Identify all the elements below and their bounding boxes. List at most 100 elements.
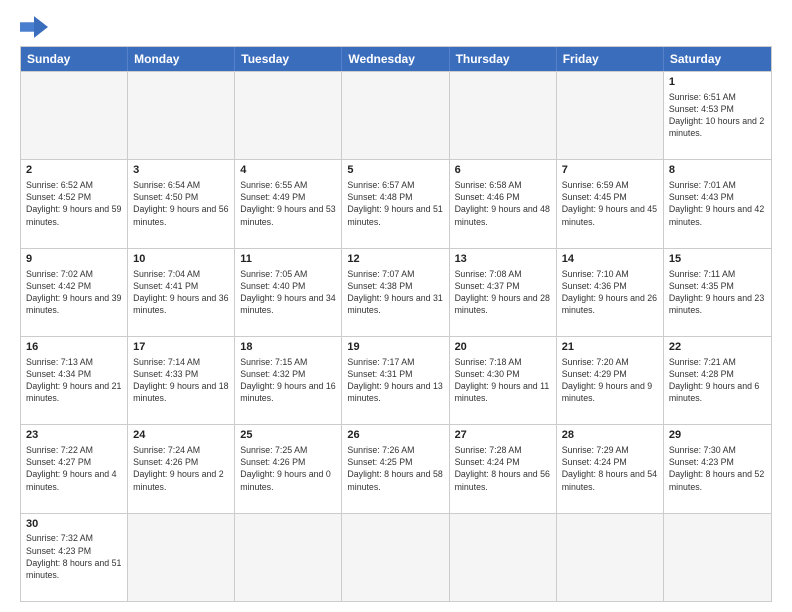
day-number: 3 [133,163,229,178]
calendar-row: 16Sunrise: 7:13 AMSunset: 4:34 PMDayligh… [21,336,771,424]
page: SundayMondayTuesdayWednesdayThursdayFrid… [0,0,792,612]
cell-info: Sunrise: 7:01 AMSunset: 4:43 PMDaylight:… [669,179,766,228]
header [20,16,772,38]
cell-info: Sunrise: 7:21 AMSunset: 4:28 PMDaylight:… [669,356,766,405]
day-number: 30 [26,517,122,532]
calendar-row: 1Sunrise: 6:51 AMSunset: 4:53 PMDaylight… [21,71,771,159]
calendar-cell: 5Sunrise: 6:57 AMSunset: 4:48 PMDaylight… [342,160,449,247]
day-number: 28 [562,428,658,443]
calendar-header-cell: Friday [557,47,664,71]
day-number: 5 [347,163,443,178]
calendar-cell: 22Sunrise: 7:21 AMSunset: 4:28 PMDayligh… [664,337,771,424]
calendar-cell: 28Sunrise: 7:29 AMSunset: 4:24 PMDayligh… [557,425,664,512]
calendar-header-cell: Wednesday [342,47,449,71]
logo-icon [20,16,48,38]
calendar-cell: 15Sunrise: 7:11 AMSunset: 4:35 PMDayligh… [664,249,771,336]
cell-info: Sunrise: 6:57 AMSunset: 4:48 PMDaylight:… [347,179,443,228]
calendar-cell: 25Sunrise: 7:25 AMSunset: 4:26 PMDayligh… [235,425,342,512]
calendar-header-cell: Monday [128,47,235,71]
calendar-cell [21,72,128,159]
cell-info: Sunrise: 7:04 AMSunset: 4:41 PMDaylight:… [133,268,229,317]
cell-info: Sunrise: 7:25 AMSunset: 4:26 PMDaylight:… [240,444,336,493]
day-number: 15 [669,252,766,267]
calendar-header-cell: Saturday [664,47,771,71]
calendar-cell: 12Sunrise: 7:07 AMSunset: 4:38 PMDayligh… [342,249,449,336]
day-number: 10 [133,252,229,267]
calendar-cell: 18Sunrise: 7:15 AMSunset: 4:32 PMDayligh… [235,337,342,424]
cell-info: Sunrise: 7:05 AMSunset: 4:40 PMDaylight:… [240,268,336,317]
calendar-cell: 26Sunrise: 7:26 AMSunset: 4:25 PMDayligh… [342,425,449,512]
calendar-header-cell: Sunday [21,47,128,71]
calendar-cell [342,514,449,601]
cell-info: Sunrise: 7:17 AMSunset: 4:31 PMDaylight:… [347,356,443,405]
calendar-cell: 2Sunrise: 6:52 AMSunset: 4:52 PMDaylight… [21,160,128,247]
calendar-cell: 30Sunrise: 7:32 AMSunset: 4:23 PMDayligh… [21,514,128,601]
day-number: 16 [26,340,122,355]
calendar-cell: 24Sunrise: 7:24 AMSunset: 4:26 PMDayligh… [128,425,235,512]
day-number: 18 [240,340,336,355]
calendar-cell [557,72,664,159]
day-number: 25 [240,428,336,443]
cell-info: Sunrise: 6:58 AMSunset: 4:46 PMDaylight:… [455,179,551,228]
calendar-cell: 10Sunrise: 7:04 AMSunset: 4:41 PMDayligh… [128,249,235,336]
calendar-cell [557,514,664,601]
cell-info: Sunrise: 6:51 AMSunset: 4:53 PMDaylight:… [669,91,766,140]
day-number: 22 [669,340,766,355]
calendar-cell: 21Sunrise: 7:20 AMSunset: 4:29 PMDayligh… [557,337,664,424]
calendar-row: 30Sunrise: 7:32 AMSunset: 4:23 PMDayligh… [21,513,771,601]
calendar-cell: 14Sunrise: 7:10 AMSunset: 4:36 PMDayligh… [557,249,664,336]
calendar-cell: 17Sunrise: 7:14 AMSunset: 4:33 PMDayligh… [128,337,235,424]
calendar-body: 1Sunrise: 6:51 AMSunset: 4:53 PMDaylight… [21,71,771,601]
calendar-cell [235,72,342,159]
calendar-header: SundayMondayTuesdayWednesdayThursdayFrid… [21,47,771,71]
cell-info: Sunrise: 7:08 AMSunset: 4:37 PMDaylight:… [455,268,551,317]
day-number: 26 [347,428,443,443]
calendar-cell: 19Sunrise: 7:17 AMSunset: 4:31 PMDayligh… [342,337,449,424]
cell-info: Sunrise: 7:07 AMSunset: 4:38 PMDaylight:… [347,268,443,317]
calendar: SundayMondayTuesdayWednesdayThursdayFrid… [20,46,772,602]
calendar-cell: 20Sunrise: 7:18 AMSunset: 4:30 PMDayligh… [450,337,557,424]
calendar-cell [450,72,557,159]
day-number: 12 [347,252,443,267]
day-number: 2 [26,163,122,178]
day-number: 21 [562,340,658,355]
cell-info: Sunrise: 7:32 AMSunset: 4:23 PMDaylight:… [26,532,122,581]
calendar-row: 23Sunrise: 7:22 AMSunset: 4:27 PMDayligh… [21,424,771,512]
cell-info: Sunrise: 7:30 AMSunset: 4:23 PMDaylight:… [669,444,766,493]
cell-info: Sunrise: 7:10 AMSunset: 4:36 PMDaylight:… [562,268,658,317]
calendar-row: 9Sunrise: 7:02 AMSunset: 4:42 PMDaylight… [21,248,771,336]
calendar-row: 2Sunrise: 6:52 AMSunset: 4:52 PMDaylight… [21,159,771,247]
day-number: 17 [133,340,229,355]
calendar-cell: 13Sunrise: 7:08 AMSunset: 4:37 PMDayligh… [450,249,557,336]
day-number: 1 [669,75,766,90]
calendar-header-cell: Thursday [450,47,557,71]
calendar-cell [235,514,342,601]
calendar-cell: 6Sunrise: 6:58 AMSunset: 4:46 PMDaylight… [450,160,557,247]
cell-info: Sunrise: 6:55 AMSunset: 4:49 PMDaylight:… [240,179,336,228]
calendar-cell: 29Sunrise: 7:30 AMSunset: 4:23 PMDayligh… [664,425,771,512]
day-number: 7 [562,163,658,178]
calendar-cell: 8Sunrise: 7:01 AMSunset: 4:43 PMDaylight… [664,160,771,247]
calendar-cell [128,514,235,601]
cell-info: Sunrise: 7:14 AMSunset: 4:33 PMDaylight:… [133,356,229,405]
calendar-cell: 4Sunrise: 6:55 AMSunset: 4:49 PMDaylight… [235,160,342,247]
cell-info: Sunrise: 6:59 AMSunset: 4:45 PMDaylight:… [562,179,658,228]
day-number: 20 [455,340,551,355]
cell-info: Sunrise: 7:22 AMSunset: 4:27 PMDaylight:… [26,444,122,493]
day-number: 6 [455,163,551,178]
calendar-header-cell: Tuesday [235,47,342,71]
day-number: 11 [240,252,336,267]
day-number: 4 [240,163,336,178]
calendar-cell [450,514,557,601]
logo [20,16,52,38]
calendar-cell [664,514,771,601]
cell-info: Sunrise: 7:18 AMSunset: 4:30 PMDaylight:… [455,356,551,405]
cell-info: Sunrise: 7:24 AMSunset: 4:26 PMDaylight:… [133,444,229,493]
day-number: 8 [669,163,766,178]
day-number: 29 [669,428,766,443]
day-number: 27 [455,428,551,443]
calendar-cell: 23Sunrise: 7:22 AMSunset: 4:27 PMDayligh… [21,425,128,512]
cell-info: Sunrise: 7:13 AMSunset: 4:34 PMDaylight:… [26,356,122,405]
cell-info: Sunrise: 6:54 AMSunset: 4:50 PMDaylight:… [133,179,229,228]
day-number: 23 [26,428,122,443]
